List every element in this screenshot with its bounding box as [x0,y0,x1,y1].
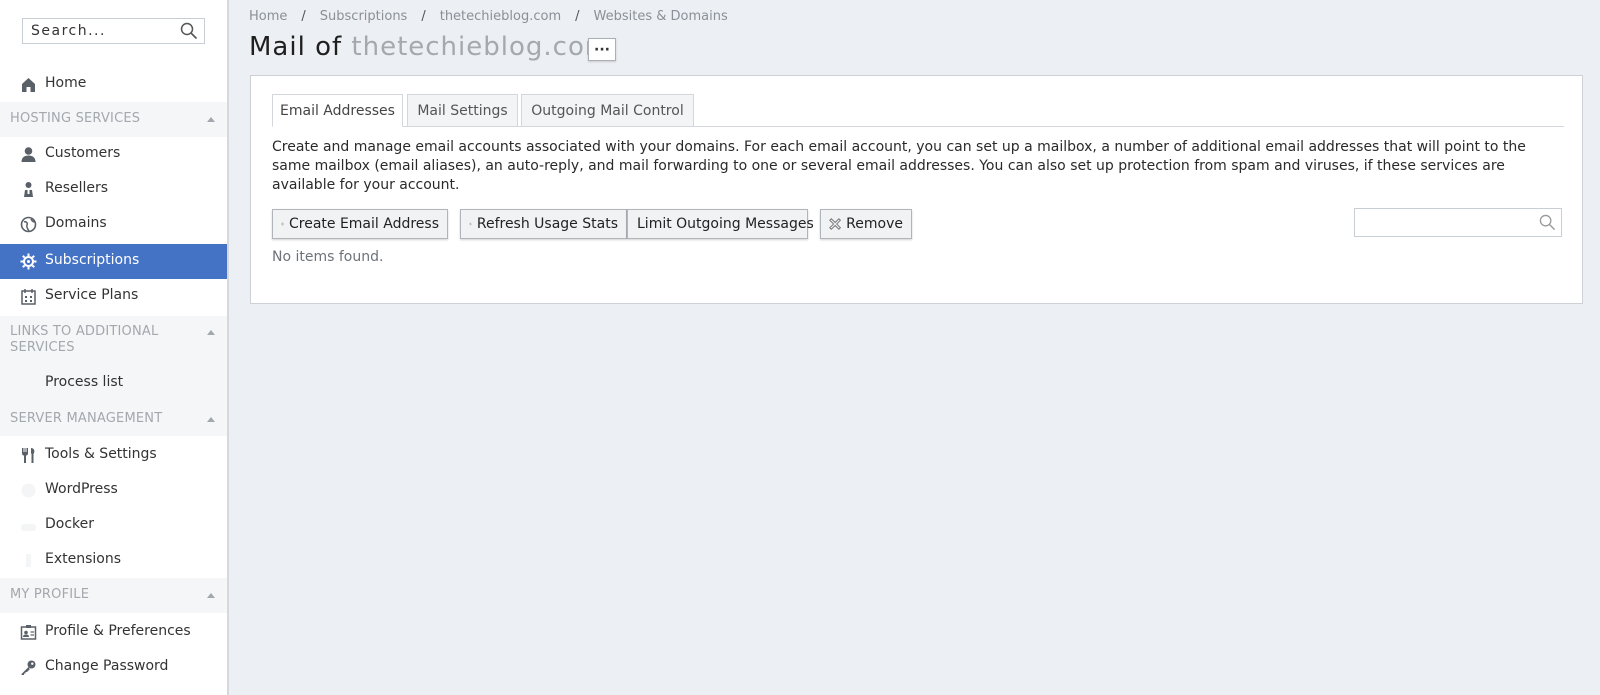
breadcrumb-subscriptions-link[interactable]: Subscriptions [320,9,408,24]
sidebar-item-change-password[interactable]: Change Password [0,650,227,685]
page-title: Mail of thetechieblog.com [249,32,611,62]
sidebar-item-subscriptions[interactable]: Subscriptions [0,244,227,279]
sidebar-item-customers[interactable]: Customers [0,137,227,172]
sidebar-item-label: Docker [45,516,95,532]
empty-list-message: No items found. [272,249,384,265]
docker-icon [21,524,36,531]
collapse-caret-icon[interactable] [207,593,215,598]
key-icon [21,660,36,675]
sidebar-item-label: Tools & Settings [45,446,157,462]
section-hosting-services[interactable]: HOSTING SERVICES [0,102,227,137]
button-label: Create Email Address [288,216,439,232]
refresh-icon [469,222,472,226]
home-icon [22,78,35,92]
tab-email-addresses[interactable]: Email Addresses [272,94,403,127]
sidebar-item-label: WordPress [45,481,118,497]
button-label: Remove [846,216,903,232]
section-label: SERVER MANAGEMENT [10,411,163,426]
gear-icon [20,253,37,270]
sidebar-item-label: Resellers [45,180,109,196]
search-icon[interactable] [1539,214,1556,231]
description-text: Create and manage email accounts associa… [272,139,1526,193]
sidebar-item-profile-preferences[interactable]: Profile & Preferences [0,615,227,650]
limit-outgoing-messages-button[interactable]: Limit Outgoing Messages [627,209,814,239]
reseller-icon [24,182,33,197]
breadcrumb-domain-link[interactable]: thetechieblog.com [440,9,561,24]
sidebar-item-resellers[interactable]: Resellers [0,172,227,207]
sidebar-item-label: Domains [45,215,107,231]
tab-mail-settings[interactable]: Mail Settings [407,94,518,127]
section-my-profile[interactable]: MY PROFILE [0,578,227,613]
sidebar: Home HOSTING SERVICES Customers Reseller… [0,0,229,695]
collapse-caret-icon[interactable] [207,330,215,335]
sidebar-item-home[interactable]: Home [0,67,227,102]
tools-icon [22,448,35,463]
profile-card-icon [20,625,37,640]
sidebar-item-label: Process list [45,374,124,390]
remove-button[interactable]: Remove [820,209,912,239]
collapse-caret-icon[interactable] [207,117,215,122]
sidebar-item-label: Change Password [45,658,169,674]
button-label: Limit Outgoing Messages [637,216,814,232]
plus-icon [281,222,284,226]
user-icon [21,147,36,162]
sidebar-item-process-list[interactable]: Process list [0,366,227,401]
sidebar-item-label: Home [45,75,87,91]
sidebar-item-tools-settings[interactable]: Tools & Settings [0,438,227,473]
section-server-management[interactable]: SERVER MANAGEMENT [0,401,227,436]
mail-panel: Email Addresses Mail Settings Outgoing M… [250,75,1583,304]
sidebar-item-label: Profile & Preferences [45,623,191,639]
sidebar-item-label: Service Plans [45,287,139,303]
wordpress-icon [21,483,36,498]
tab-outgoing-mail-control[interactable]: Outgoing Mail Control [521,94,694,127]
sidebar-item-label: Customers [45,145,121,161]
sidebar-search[interactable] [22,18,205,44]
sidebar-item-service-plans[interactable]: Service Plans [0,279,227,314]
sidebar-search-input[interactable] [31,22,176,40]
page-title-domain: thetechieblog.com [351,32,612,62]
remove-x-icon [829,218,842,230]
refresh-usage-stats-button[interactable]: Refresh Usage Stats [460,209,627,239]
list-search-input[interactable] [1361,214,1531,231]
sidebar-item-docker[interactable]: Docker [0,508,227,543]
sidebar-item-extensions[interactable]: Extensions [0,543,227,578]
calendar-icon [21,289,36,305]
more-actions-button[interactable]: ··· [588,38,616,61]
section-links-additional-services[interactable]: LINKS TO ADDITIONAL SERVICES [0,316,227,366]
extensions-icon [26,554,31,567]
create-email-address-button[interactable]: Create Email Address [272,209,448,239]
list-search[interactable] [1354,208,1562,237]
globe-icon [20,216,37,233]
section-label: HOSTING SERVICES [10,111,141,126]
button-label: Refresh Usage Stats [476,216,618,232]
sidebar-item-label: Subscriptions [45,252,140,268]
sidebar-item-label: Extensions [45,551,122,567]
search-icon[interactable] [180,22,198,40]
breadcrumb-websites-domains-link[interactable]: Websites & Domains [594,9,728,24]
sidebar-item-wordpress[interactable]: WordPress [0,473,227,508]
breadcrumb-home-link[interactable]: Home [249,9,287,24]
section-label: LINKS TO ADDITIONAL SERVICES [10,324,159,355]
collapse-caret-icon[interactable] [207,417,215,422]
page-title-prefix: Mail of [249,32,343,62]
sidebar-item-domains[interactable]: Domains [0,207,227,242]
breadcrumb: Home / Subscriptions / thetechieblog.com / Web… [249,9,728,24]
section-label: MY PROFILE [10,587,90,602]
